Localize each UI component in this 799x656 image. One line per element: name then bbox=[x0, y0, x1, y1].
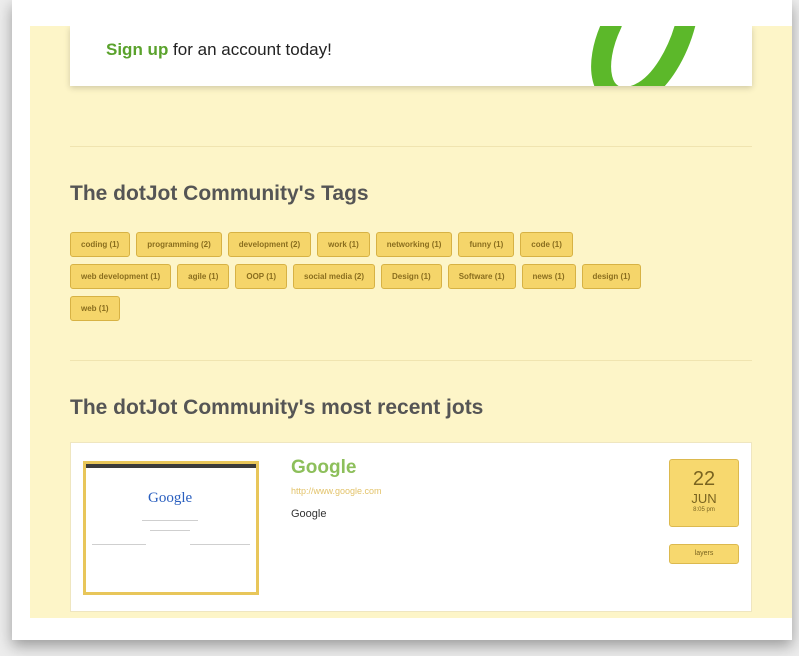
tag[interactable]: news (1) bbox=[521, 264, 576, 289]
tags-section-title: The dotJot Community's Tags bbox=[70, 182, 369, 205]
tag[interactable]: work (1) bbox=[317, 232, 370, 257]
jot-description: Google bbox=[291, 508, 327, 520]
jot-date-badge: 22 JUN 8:05 pm bbox=[669, 459, 739, 527]
signup-link[interactable]: Sign up bbox=[106, 40, 168, 59]
recent-jots-title: The dotJot Community's most recent jots bbox=[70, 396, 484, 419]
tag[interactable]: networking (1) bbox=[375, 232, 453, 257]
tag[interactable]: programming (2) bbox=[136, 232, 222, 257]
signup-message: Sign up for an account today! bbox=[106, 40, 332, 60]
thumbnail-search-line bbox=[142, 520, 198, 521]
tag-cloud: coding (1) programming (2) development (… bbox=[70, 232, 750, 328]
tag[interactable]: development (2) bbox=[227, 232, 312, 257]
tag[interactable]: funny (1) bbox=[458, 232, 515, 257]
tag[interactable]: social media (2) bbox=[293, 264, 376, 289]
divider bbox=[70, 146, 752, 147]
page: Sign up for an account today! The dotJot… bbox=[30, 26, 792, 618]
jot-url-link[interactable]: http://www.google.com bbox=[291, 486, 382, 496]
divider bbox=[70, 360, 752, 361]
tag[interactable]: code (1) bbox=[520, 232, 573, 257]
thumbnail-footer-line bbox=[190, 544, 250, 545]
tag-row: web development (1) agile (1) OOP (1) so… bbox=[70, 264, 750, 289]
thumbnail-footer-line bbox=[92, 544, 146, 545]
signup-rest-text: for an account today! bbox=[168, 40, 332, 59]
dotjot-logo-icon bbox=[591, 26, 696, 86]
thumbnail-google-logo: Google bbox=[148, 490, 193, 506]
tag[interactable]: web (1) bbox=[70, 296, 120, 321]
thumbnail-toolbar bbox=[86, 464, 256, 468]
date-day: 22 bbox=[692, 468, 716, 490]
thumbnail-button-line bbox=[150, 530, 190, 531]
tag-row: coding (1) programming (2) development (… bbox=[70, 232, 750, 257]
tag[interactable]: Software (1) bbox=[447, 264, 516, 289]
tag[interactable]: design (1) bbox=[581, 264, 642, 289]
signup-box: Sign up for an account today! bbox=[70, 26, 752, 86]
tag[interactable]: OOP (1) bbox=[235, 264, 287, 289]
tag[interactable]: Design (1) bbox=[381, 264, 442, 289]
jot-title-link[interactable]: Google bbox=[291, 457, 356, 479]
tag-row: web (1) bbox=[70, 296, 750, 321]
date-month: JUN bbox=[691, 491, 717, 506]
jot-card: Google Google http://www.google.com Goog… bbox=[70, 442, 752, 612]
layers-button[interactable]: layers bbox=[669, 544, 739, 564]
tag[interactable]: web development (1) bbox=[70, 264, 172, 289]
jot-thumbnail[interactable]: Google bbox=[83, 461, 259, 595]
tag[interactable]: agile (1) bbox=[177, 264, 230, 289]
tag[interactable]: coding (1) bbox=[70, 232, 131, 257]
date-time: 8:05 pm bbox=[693, 507, 715, 513]
